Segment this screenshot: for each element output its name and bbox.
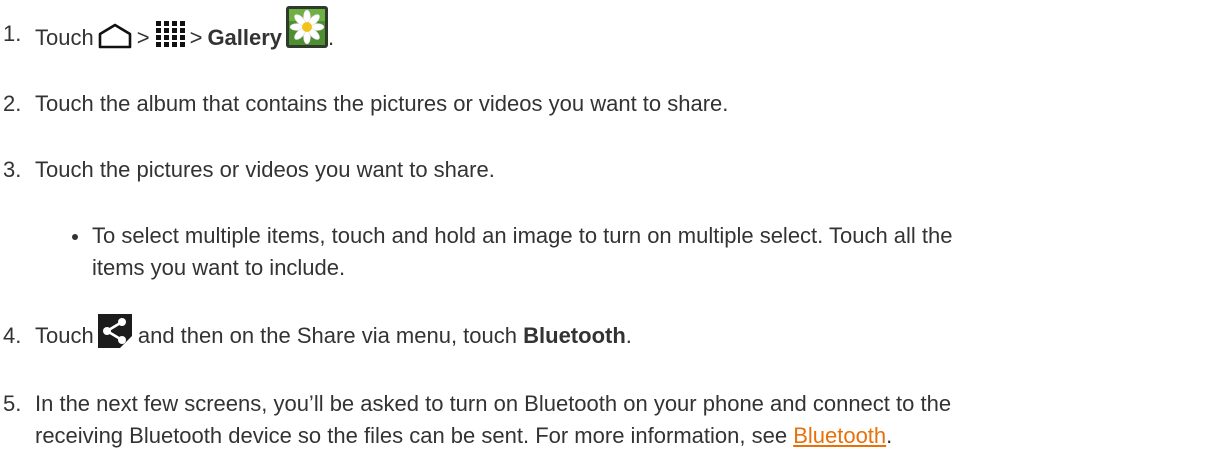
bluetooth-label: Bluetooth bbox=[523, 323, 626, 348]
bluetooth-link[interactable]: Bluetooth bbox=[793, 423, 886, 448]
step-text-touch: Touch bbox=[35, 323, 94, 348]
step-number: 2. bbox=[3, 91, 22, 116]
step-text-middle: and then on the Share via menu, touch bbox=[137, 323, 517, 348]
apps-grid-icon bbox=[155, 20, 185, 48]
step-5-line-2-text: receiving Bluetooth device so the files … bbox=[35, 423, 788, 448]
step-number: 3. bbox=[3, 157, 22, 182]
gallery-flower-icon bbox=[286, 6, 329, 48]
bullet-dot bbox=[72, 234, 78, 240]
gallery-label: Gallery bbox=[207, 24, 283, 50]
step-5-line-1: In the next few screens, you’ll be asked… bbox=[35, 391, 952, 416]
bullet-text: To select multiple items, touch and hold… bbox=[92, 220, 1192, 284]
step-text: Touch the pictures or videos you want to… bbox=[35, 157, 495, 182]
separator: > bbox=[136, 24, 150, 50]
bullet-line-2: items you want to include. bbox=[92, 255, 346, 280]
bullet-line-1: To select multiple items, touch and hold… bbox=[92, 223, 953, 248]
step-5-text: In the next few screens, you’ll be asked… bbox=[35, 388, 1195, 452]
trailing-period: . bbox=[328, 24, 335, 50]
trailing-period: . bbox=[886, 423, 893, 448]
step-number: 4. bbox=[3, 323, 22, 348]
step-text: Touch > > Gallery . bbox=[35, 6, 335, 60]
share-icon bbox=[97, 314, 132, 349]
home-icon bbox=[98, 23, 132, 49]
step-text: Touch the album that contains the pictur… bbox=[35, 91, 729, 116]
step-number: 1. bbox=[3, 21, 22, 46]
step-5-line-2: receiving Bluetooth device so the files … bbox=[35, 420, 1195, 452]
separator: > bbox=[189, 24, 203, 50]
trailing-period: . bbox=[625, 323, 632, 348]
step-number: 5. bbox=[3, 391, 22, 416]
step-text: Touch and then on the Share via menu, to… bbox=[35, 314, 632, 354]
step-text-touch: Touch bbox=[35, 24, 94, 50]
